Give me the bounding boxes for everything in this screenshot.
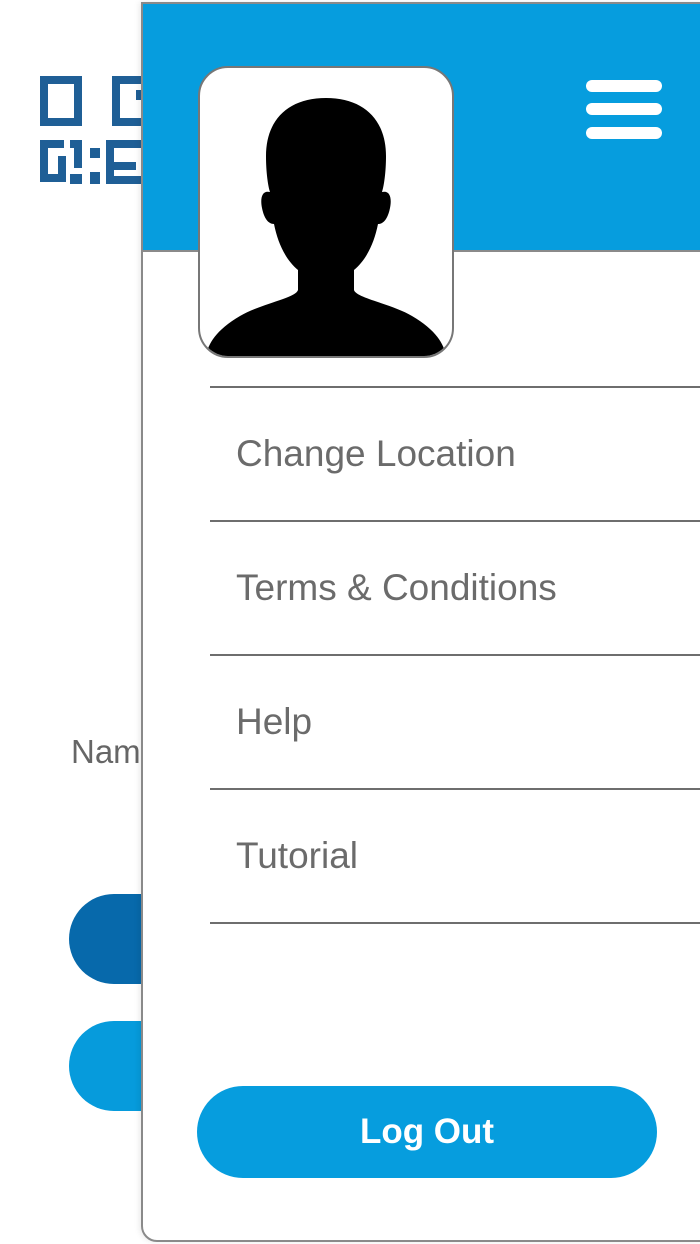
logout-label: Log Out bbox=[359, 1112, 495, 1151]
divider bbox=[210, 922, 700, 924]
avatar[interactable] bbox=[198, 66, 454, 358]
menu-item-tutorial[interactable]: Tutorial bbox=[210, 790, 700, 922]
logout-button[interactable]: Log Out bbox=[197, 1086, 657, 1178]
menu-bar bbox=[586, 80, 662, 92]
menu-item-label: Tutorial bbox=[236, 835, 359, 876]
user-silhouette-icon bbox=[206, 98, 446, 356]
drawer-menu: Change Location Terms & Conditions Help … bbox=[210, 386, 700, 924]
menu-item-label: Change Location bbox=[236, 433, 516, 474]
screen: Nam Change Location Terms & Conditions H… bbox=[0, 0, 700, 1244]
menu-bar bbox=[586, 103, 662, 115]
navigation-drawer: Change Location Terms & Conditions Help … bbox=[141, 2, 700, 1242]
hamburger-menu-icon[interactable] bbox=[586, 80, 662, 140]
name-label: Nam bbox=[71, 733, 141, 770]
menu-item-change-location[interactable]: Change Location bbox=[210, 388, 700, 520]
menu-item-label: Terms & Conditions bbox=[236, 567, 557, 608]
menu-item-label: Help bbox=[236, 701, 313, 742]
menu-item-help[interactable]: Help bbox=[210, 656, 700, 788]
menu-bar bbox=[586, 127, 662, 139]
menu-item-terms-conditions[interactable]: Terms & Conditions bbox=[210, 522, 700, 654]
